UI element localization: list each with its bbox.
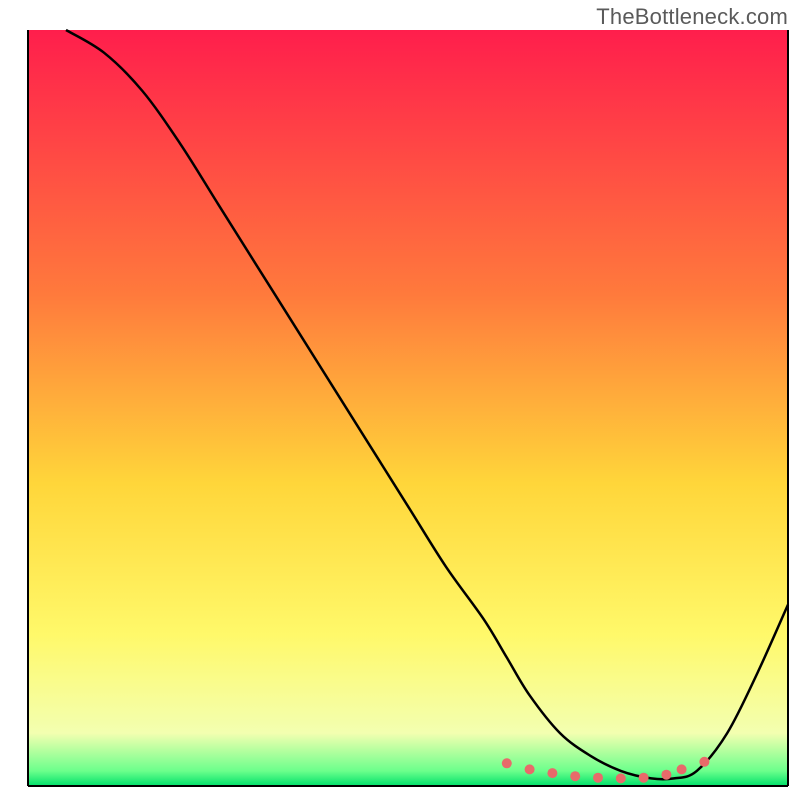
highlight-dot bbox=[699, 757, 709, 767]
highlight-dot bbox=[616, 773, 626, 783]
chart-frame: TheBottleneck.com bbox=[0, 0, 800, 800]
plot-background bbox=[28, 30, 788, 786]
highlight-dot bbox=[639, 773, 649, 783]
highlight-dot bbox=[570, 771, 580, 781]
highlight-dot bbox=[677, 764, 687, 774]
highlight-dot bbox=[661, 770, 671, 780]
highlight-dot bbox=[525, 764, 535, 774]
highlight-dot bbox=[547, 768, 557, 778]
highlight-dot bbox=[593, 773, 603, 783]
bottleneck-chart bbox=[0, 0, 800, 800]
highlight-dot bbox=[502, 758, 512, 768]
attribution-text: TheBottleneck.com bbox=[596, 4, 788, 30]
